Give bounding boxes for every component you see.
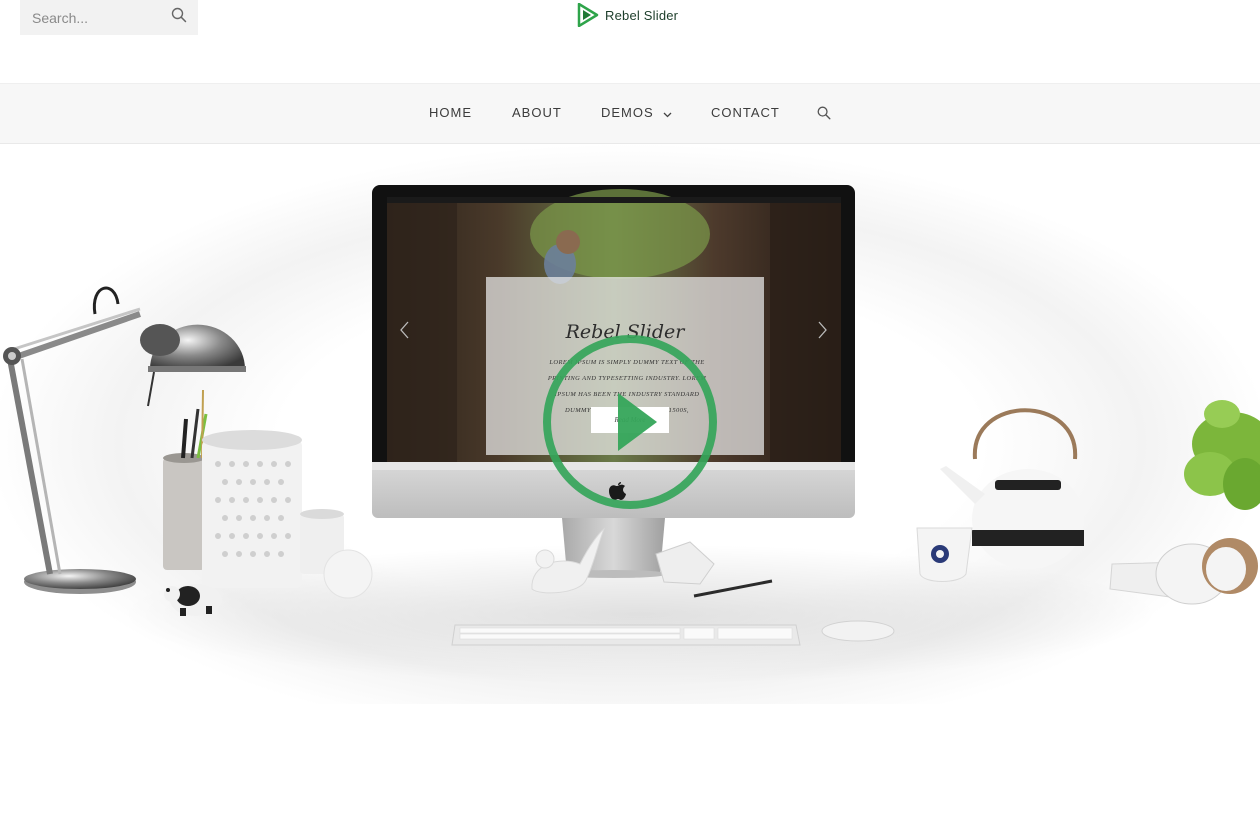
header-search-box	[20, 0, 198, 35]
nav-item-about[interactable]: ABOUT	[512, 105, 562, 121]
nav-item-home[interactable]: HOME	[429, 105, 472, 121]
pencil-holders	[163, 389, 373, 599]
nav-item-contact[interactable]: CONTACT	[711, 105, 780, 121]
site-logo[interactable]: Rebel Slider	[577, 2, 678, 28]
nav-item-demos-label: DEMOS	[601, 105, 654, 120]
main-navigation: HOME ABOUT DEMOS CONTACT	[0, 83, 1260, 144]
teapot-and-cup	[916, 408, 1084, 582]
site-header: Rebel Slider	[0, 0, 1260, 83]
hero-section: Rebel Slider Lorem Ipsum is simply dummy…	[0, 144, 1260, 704]
play-icon	[543, 335, 717, 509]
slider-prev-arrow-icon[interactable]	[398, 320, 410, 340]
search-icon[interactable]	[171, 7, 187, 23]
nav-item-demos[interactable]: DEMOS	[601, 105, 672, 122]
chevron-down-icon	[663, 106, 672, 122]
nav-search-icon[interactable]	[817, 106, 831, 120]
play-logo-icon	[577, 3, 599, 27]
search-input[interactable]	[20, 2, 160, 33]
video-play-button[interactable]	[541, 333, 719, 511]
potted-plant	[1184, 400, 1260, 510]
slider-next-arrow-icon[interactable]	[817, 320, 829, 340]
logo-text: Rebel Slider	[605, 7, 679, 23]
